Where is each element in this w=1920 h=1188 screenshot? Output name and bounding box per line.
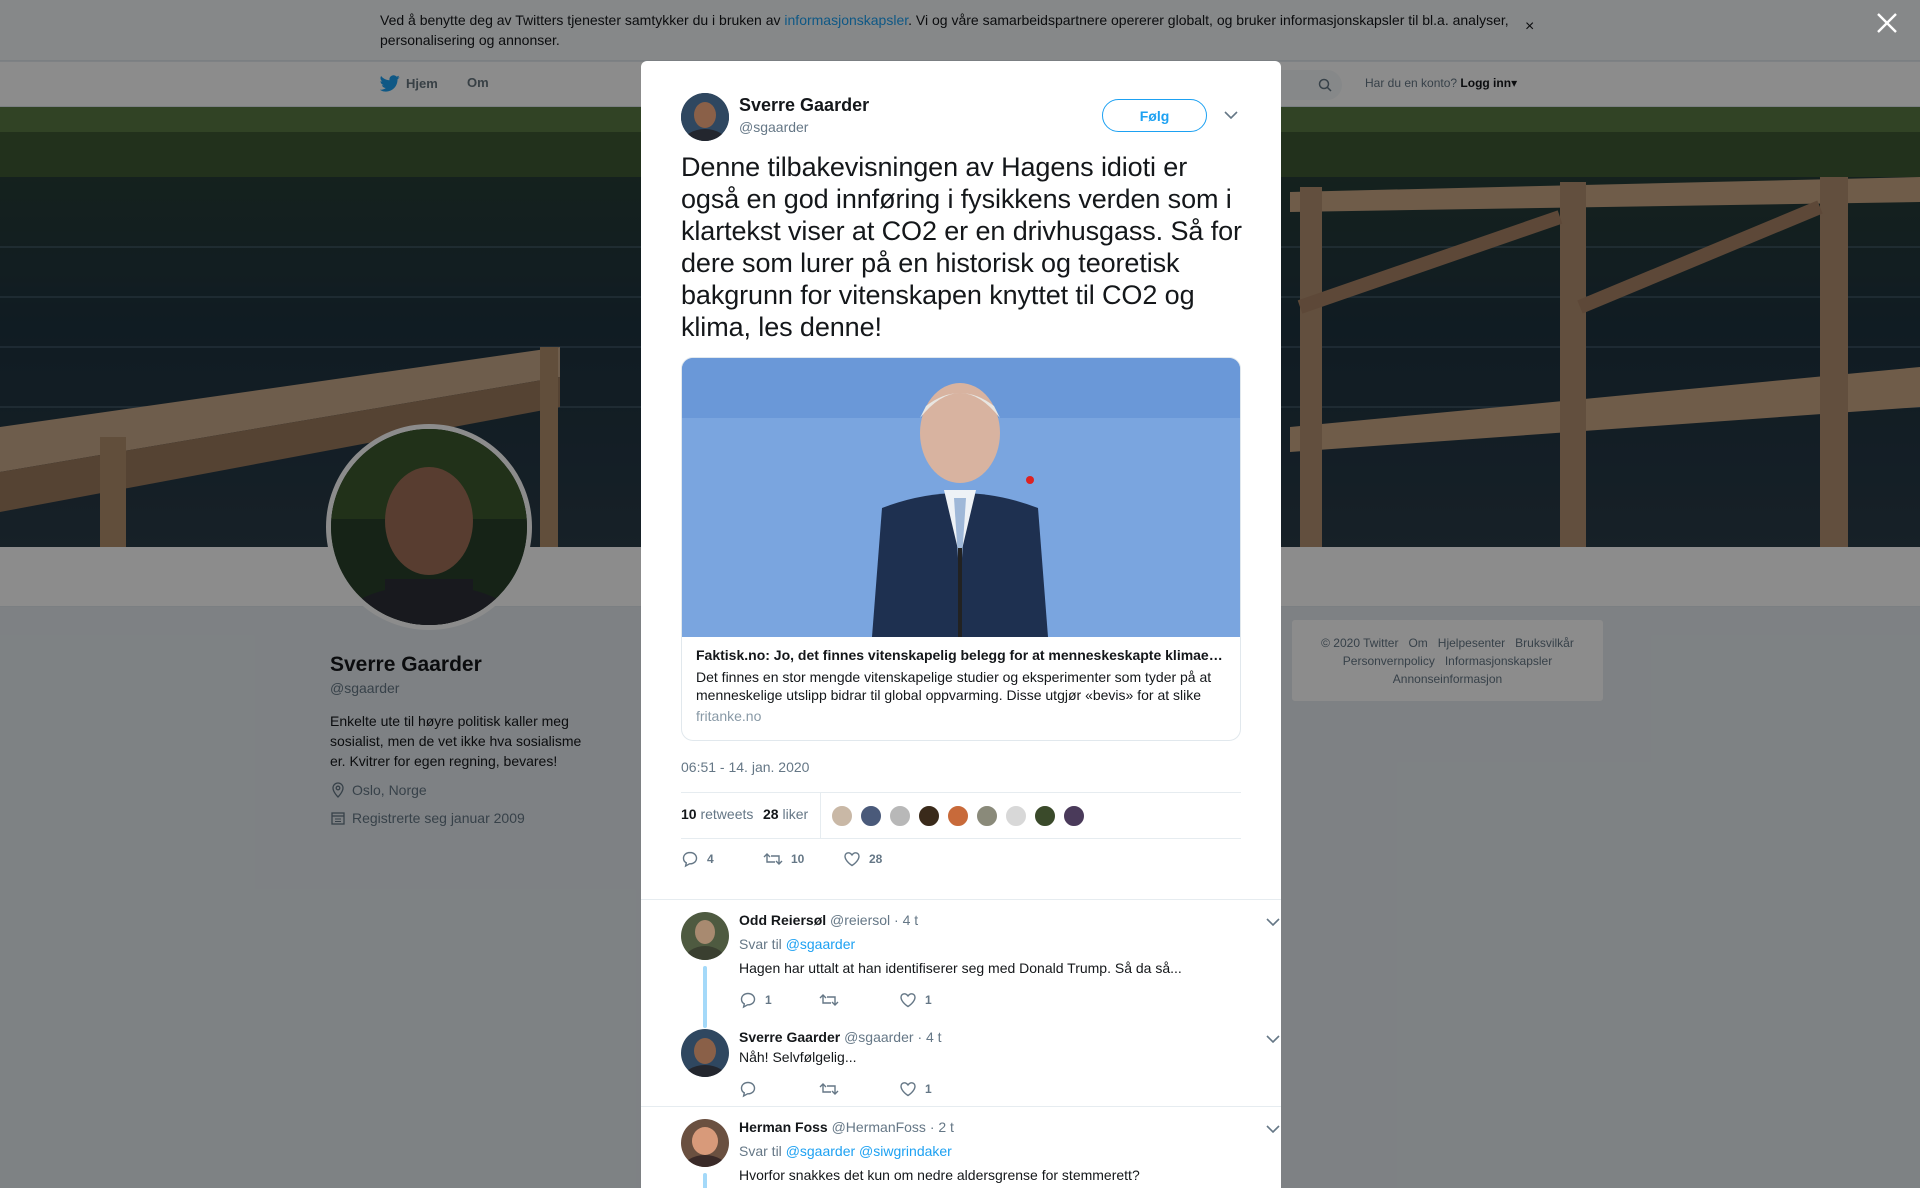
chevron-down-icon[interactable] xyxy=(1265,1031,1281,1047)
heart-icon xyxy=(900,1082,916,1097)
reply-text: Hagen har uttalt at han identifiserer se… xyxy=(739,960,1182,976)
liker-avatar[interactable] xyxy=(889,805,911,827)
tweet-text: Denne tilbakevisningen av Hagens idioti … xyxy=(681,152,1242,342)
reply-author-handle[interactable]: @HermanFoss xyxy=(832,1119,926,1135)
author-handle[interactable]: @sgaarder xyxy=(739,119,808,135)
reply-header: Odd Reiersøl @reiersol · 4 t xyxy=(739,912,918,928)
tweet-timestamp[interactable]: 06:51 - 14. jan. 2020 xyxy=(681,759,809,775)
link-card[interactable]: Faktisk.no: Jo, det finnes vitenskapelig… xyxy=(681,357,1241,741)
chevron-down-icon[interactable] xyxy=(1265,914,1281,930)
card-domain: fritanke.no xyxy=(696,708,762,724)
author-avatar[interactable] xyxy=(681,93,729,141)
reply-icon xyxy=(740,992,756,1009)
like-action[interactable]: 28 xyxy=(843,850,882,868)
reply-action[interactable] xyxy=(739,1080,757,1098)
reply-actions: 1 1 xyxy=(739,991,1039,1011)
likes-stat[interactable]: 28 liker xyxy=(763,806,808,822)
reply-to-mention[interactable]: @sgaarder xyxy=(786,936,855,952)
retweet-icon xyxy=(819,1083,839,1095)
stats-divider xyxy=(820,793,821,838)
like-action[interactable]: 1 xyxy=(899,1080,932,1098)
reply-avatar[interactable] xyxy=(681,912,729,960)
reply-actions: 1 xyxy=(739,1080,1039,1100)
reply-author-handle[interactable]: @sgaarder xyxy=(844,1029,913,1045)
reply-header: Sverre Gaarder @sgaarder · 4 t xyxy=(739,1029,942,1045)
like-action[interactable]: 1 xyxy=(899,991,932,1009)
tweet-stats: 10 retweets 28 liker xyxy=(681,792,1241,839)
retweet-icon xyxy=(819,994,839,1006)
reply-to-line: Svar til @sgaarder xyxy=(739,936,856,952)
liker-avatar[interactable] xyxy=(947,805,969,827)
reply-author-name[interactable]: Herman Foss xyxy=(739,1119,828,1135)
retweet-icon xyxy=(763,853,783,865)
reply-action[interactable]: 4 xyxy=(681,850,714,868)
tweet-header: Sverre Gaarder @sgaarder Følg xyxy=(681,93,1241,143)
tweet-modal: Sverre Gaarder @sgaarder Følg Denne tilb… xyxy=(641,61,1281,1188)
thread-line xyxy=(703,966,707,1028)
reply-time[interactable]: · 2 t xyxy=(930,1119,954,1135)
separator xyxy=(641,899,1281,900)
reply-action[interactable]: 1 xyxy=(739,991,772,1009)
reply-text: Hvorfor snakkes det kun om nedre aldersg… xyxy=(739,1167,1140,1183)
liker-avatar[interactable] xyxy=(860,805,882,827)
reply-author-name[interactable]: Sverre Gaarder xyxy=(739,1029,840,1045)
retweets-stat[interactable]: 10 retweets xyxy=(681,806,753,822)
chevron-down-icon[interactable] xyxy=(1265,1121,1281,1137)
card-description: Det finnes en stor mengde vitenskapelige… xyxy=(696,669,1212,703)
reply-icon xyxy=(740,1081,756,1098)
close-modal-icon[interactable] xyxy=(1872,10,1902,40)
follow-button[interactable]: Følg xyxy=(1102,99,1207,132)
card-body: Faktisk.no: Jo, det finnes vitenskapelig… xyxy=(696,646,1228,724)
liker-avatar[interactable] xyxy=(976,805,998,827)
liker-avatar[interactable] xyxy=(918,805,940,827)
retweet-action[interactable]: 10 xyxy=(763,850,804,868)
reply-time[interactable]: · 4 t xyxy=(917,1029,941,1045)
reply-author-name[interactable]: Odd Reiersøl xyxy=(739,912,826,928)
reply-author-handle[interactable]: @reiersol xyxy=(830,912,890,928)
liker-avatar[interactable] xyxy=(1034,805,1056,827)
reply-text: Nåh! Selvfølgelig... xyxy=(739,1049,857,1065)
chevron-down-icon[interactable] xyxy=(1223,107,1239,123)
reply-icon xyxy=(682,851,698,868)
reply-avatar[interactable] xyxy=(681,1029,729,1077)
author-name[interactable]: Sverre Gaarder xyxy=(739,95,869,116)
heart-icon xyxy=(900,993,916,1008)
separator xyxy=(641,1106,1281,1107)
reply-avatar[interactable] xyxy=(681,1119,729,1167)
retweet-action[interactable] xyxy=(819,991,839,1009)
reply-to-line: Svar til @sgaarder @siwgrindaker xyxy=(739,1143,952,1159)
retweet-action[interactable] xyxy=(819,1080,839,1098)
reply-time[interactable]: · 4 t xyxy=(894,912,918,928)
liker-avatar[interactable] xyxy=(1063,805,1085,827)
card-image xyxy=(682,358,1240,637)
thread-line xyxy=(703,1173,707,1188)
reply-tweet[interactable]: Herman Foss @HermanFoss · 2 t Svar til @… xyxy=(681,1119,1280,1188)
liker-avatar[interactable] xyxy=(831,805,853,827)
reply-tweet[interactable]: Sverre Gaarder @sgaarder · 4 t Nåh! Selv… xyxy=(681,1029,1280,1109)
liker-avatar[interactable] xyxy=(1005,805,1027,827)
card-title: Faktisk.no: Jo, det finnes vitenskapelig… xyxy=(696,647,1228,663)
reply-header: Herman Foss @HermanFoss · 2 t xyxy=(739,1119,954,1135)
reply-to-mention[interactable]: @sgaarder @siwgrindaker xyxy=(786,1143,952,1159)
tweet-actions: 4 10 28 xyxy=(681,850,1241,874)
heart-icon xyxy=(844,852,860,867)
